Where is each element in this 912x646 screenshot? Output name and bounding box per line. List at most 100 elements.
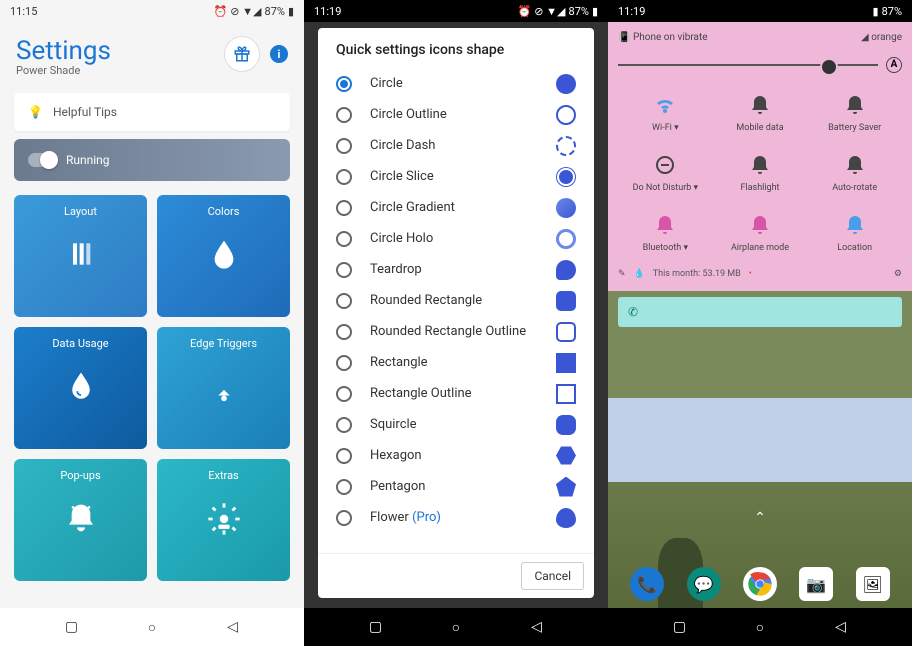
option-label: Rectangle Outline [370, 386, 538, 401]
tile-extras[interactable]: Extras [157, 459, 290, 581]
option-cd[interactable]: Circle Dash [318, 130, 594, 161]
option-label: Circle Holo [370, 231, 538, 246]
layout-icon [65, 238, 97, 277]
option-r[interactable]: Rectangle [318, 347, 594, 378]
tile-label: Data Usage [52, 337, 108, 350]
shape-preview-icon [556, 384, 576, 404]
chrome-app-icon[interactable] [743, 567, 777, 601]
qs-icon [748, 93, 772, 117]
cancel-button[interactable]: Cancel [521, 562, 584, 590]
settings-icon[interactable]: ⚙ [894, 269, 902, 279]
qs-tile[interactable]: Do Not Disturb ▾ [618, 153, 713, 193]
qs-tile[interactable]: Flashlight [713, 153, 808, 193]
tile-data[interactable]: Data Usage [14, 327, 147, 449]
camera-app-icon[interactable]: 📷 [799, 567, 833, 601]
option-rr[interactable]: Rounded Rectangle [318, 285, 594, 316]
shape-preview-icon [556, 508, 576, 528]
option-td[interactable]: Teardrop [318, 254, 594, 285]
nav-back[interactable]: ◁ [528, 618, 546, 636]
tips-label: Helpful Tips [53, 105, 117, 119]
option-cg[interactable]: Circle Gradient [318, 192, 594, 223]
nav-bar: ▢ ○ ◁ [0, 608, 304, 646]
qs-tile[interactable]: Airplane mode [713, 213, 808, 253]
qs-tile[interactable]: Location [807, 213, 902, 253]
nav-home[interactable]: ○ [751, 618, 769, 636]
tile-layout[interactable]: Layout [14, 195, 147, 317]
qs-tile[interactable]: Auto-rotate [807, 153, 902, 193]
option-ch[interactable]: Circle Holo [318, 223, 594, 254]
option-pent[interactable]: Pentagon [318, 471, 594, 502]
radio-icon [336, 417, 352, 433]
option-hex[interactable]: Hexagon [318, 440, 594, 471]
radio-icon [336, 138, 352, 154]
tile-label: Extras [208, 469, 238, 482]
option-fl[interactable]: Flower (Pro) [318, 502, 594, 533]
helpful-tips-bar[interactable]: 💡 Helpful Tips [14, 93, 290, 131]
option-label: Teardrop [370, 262, 538, 277]
nav-home[interactable]: ○ [143, 618, 161, 636]
option-label: Rounded Rectangle Outline [370, 324, 538, 339]
gift-button[interactable] [224, 36, 260, 72]
qs-label: Airplane mode [731, 243, 789, 253]
tile-label: Layout [64, 205, 97, 218]
radio-icon [336, 169, 352, 185]
radio-icon [336, 262, 352, 278]
whatsapp-notification[interactable]: ✆ [618, 297, 902, 327]
option-co[interactable]: Circle Outline [318, 99, 594, 130]
shape-preview-icon [556, 477, 576, 497]
edit-icon[interactable]: ✎ [618, 269, 626, 279]
tile-popups[interactable]: Pop-ups [14, 459, 147, 581]
qs-icon [843, 153, 867, 177]
option-label: Pentagon [370, 479, 538, 494]
info-icon[interactable]: i [270, 45, 288, 63]
chevron-up-icon[interactable]: ⌃ [754, 510, 766, 526]
nav-back[interactable]: ◁ [224, 618, 242, 636]
shape-preview-icon [556, 415, 576, 435]
tile-edge[interactable]: Edge Triggers [157, 327, 290, 449]
qs-label: Auto-rotate [832, 183, 877, 193]
nav-recent[interactable]: ▢ [367, 618, 385, 636]
option-label: Circle Slice [370, 169, 538, 184]
data-usage[interactable]: This month: 53.19 MB [653, 269, 741, 279]
phone-app-icon[interactable]: 📞 [630, 567, 664, 601]
qs-grid: Wi-Fi ▾ Mobile data Battery Saver Do Not… [618, 85, 902, 261]
option-rro[interactable]: Rounded Rectangle Outline [318, 316, 594, 347]
shape-preview-icon [556, 167, 576, 187]
qs-label: Mobile data [736, 123, 783, 133]
option-label: Squircle [370, 417, 538, 432]
qs-tile[interactable]: Wi-Fi ▾ [618, 93, 713, 133]
options-list: Circle Circle Outline Circle Dash Circle… [318, 68, 594, 553]
messages-app-icon[interactable]: 💬 [687, 567, 721, 601]
status-icons: ⏰ ⊘ ▼◢ 87% ▮ [214, 5, 294, 18]
data-icon: 💧 [634, 269, 645, 279]
header: Settings Power Shade i [0, 22, 304, 85]
qs-tile[interactable]: Bluetooth ▾ [618, 213, 713, 253]
nav-back[interactable]: ◁ [832, 618, 850, 636]
radio-icon [336, 200, 352, 216]
option-sq[interactable]: Squircle [318, 409, 594, 440]
tile-colors[interactable]: Colors [157, 195, 290, 317]
option-circle[interactable]: Circle [318, 68, 594, 99]
radio-icon [336, 324, 352, 340]
tile-label: Colors [208, 205, 240, 218]
running-bar[interactable]: Running [14, 139, 290, 181]
status-icons: ▮ 87% [873, 5, 902, 18]
auto-brightness[interactable]: A [886, 57, 902, 73]
nav-recent[interactable]: ▢ [63, 618, 81, 636]
nav-recent[interactable]: ▢ [671, 618, 689, 636]
running-toggle[interactable] [28, 153, 56, 167]
popups-icon [65, 502, 97, 541]
shape-preview-icon [556, 322, 576, 342]
radio-icon [336, 448, 352, 464]
brightness-slider[interactable]: A [618, 51, 902, 85]
qs-tile[interactable]: Battery Saver [807, 93, 902, 133]
dialog-title: Quick settings icons shape [318, 28, 594, 68]
shape-preview-icon [556, 353, 576, 373]
qs-tile[interactable]: Mobile data [713, 93, 808, 133]
photos-app-icon[interactable]: 🖼 [856, 567, 890, 601]
option-cs[interactable]: Circle Slice [318, 161, 594, 192]
qs-label: Battery Saver [828, 123, 881, 133]
shape-dialog: Quick settings icons shape Circle Circle… [318, 28, 594, 598]
option-ro[interactable]: Rectangle Outline [318, 378, 594, 409]
nav-home[interactable]: ○ [447, 618, 465, 636]
